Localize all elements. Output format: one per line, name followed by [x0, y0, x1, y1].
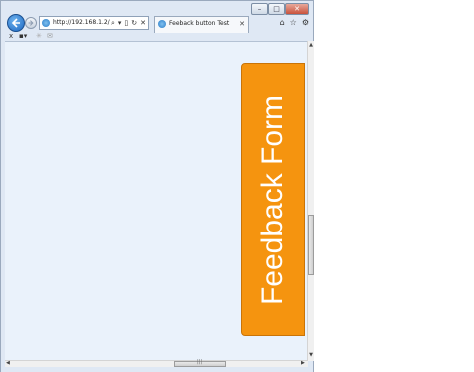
close-tab-icon[interactable]: ✕ — [239, 19, 245, 29]
vertical-scroll-thumb[interactable] — [308, 215, 314, 275]
convert-icon[interactable]: ▪▾ — [19, 32, 27, 41]
status-bar — [1, 367, 313, 372]
feedback-form-label: Feedback Form — [256, 94, 289, 305]
tab-feedback-test[interactable]: Feeback button Test ✕ — [154, 16, 249, 33]
feedback-form-button[interactable]: Feedback Form — [241, 63, 305, 336]
grip-icon: ||| — [197, 359, 203, 365]
mail-icon[interactable]: ✉ — [47, 32, 53, 41]
tab-label: Feeback button Test — [169, 20, 230, 27]
forward-arrow-icon — [28, 20, 34, 26]
refresh-icon[interactable]: ↻ — [131, 17, 137, 29]
scroll-right-icon[interactable]: ▶ — [301, 360, 305, 366]
toolbar-tools: ⌂ ☆ ⚙ — [280, 18, 309, 27]
ie-page-icon — [158, 20, 166, 28]
back-arrow-icon — [11, 18, 20, 28]
compatibility-view-icon[interactable]: ▯ — [124, 17, 128, 29]
gear-icon[interactable]: ⚙ — [302, 18, 309, 27]
address-bar[interactable]: http://192.168.1.2/ ⌕ ▾ ▯ ↻ ✕ — [39, 16, 149, 30]
scroll-up-icon[interactable]: ▲ — [308, 42, 314, 48]
dropdown-icon[interactable]: ▾ — [118, 17, 122, 29]
back-button[interactable] — [7, 14, 25, 32]
favorites-star-icon[interactable]: ☆ — [290, 18, 297, 27]
add-favorite-icon[interactable]: ✳ — [36, 32, 42, 41]
scroll-left-icon[interactable]: ◀ — [6, 360, 10, 366]
search-icon[interactable]: ⌕ — [111, 17, 115, 29]
browser-window: – □ ✕ http://192.168.1.2/ ⌕ ▾ ▯ ↻ ✕ Feeb… — [0, 0, 314, 372]
vertical-scrollbar[interactable]: ▲ ▼ — [307, 41, 314, 361]
close-toolbar-icon[interactable]: x — [9, 32, 13, 41]
horizontal-scrollbar[interactable]: ◀ ||| ▶ — [5, 359, 308, 367]
navigation-bar: http://192.168.1.2/ ⌕ ▾ ▯ ↻ ✕ Feeback bu… — [1, 13, 313, 33]
stop-icon[interactable]: ✕ — [140, 17, 146, 29]
scroll-down-icon[interactable]: ▼ — [308, 352, 314, 358]
address-input[interactable]: http://192.168.1.2/ — [53, 18, 110, 28]
forward-button[interactable] — [25, 17, 37, 29]
home-icon[interactable]: ⌂ — [280, 18, 285, 27]
ie-page-icon — [42, 19, 50, 27]
